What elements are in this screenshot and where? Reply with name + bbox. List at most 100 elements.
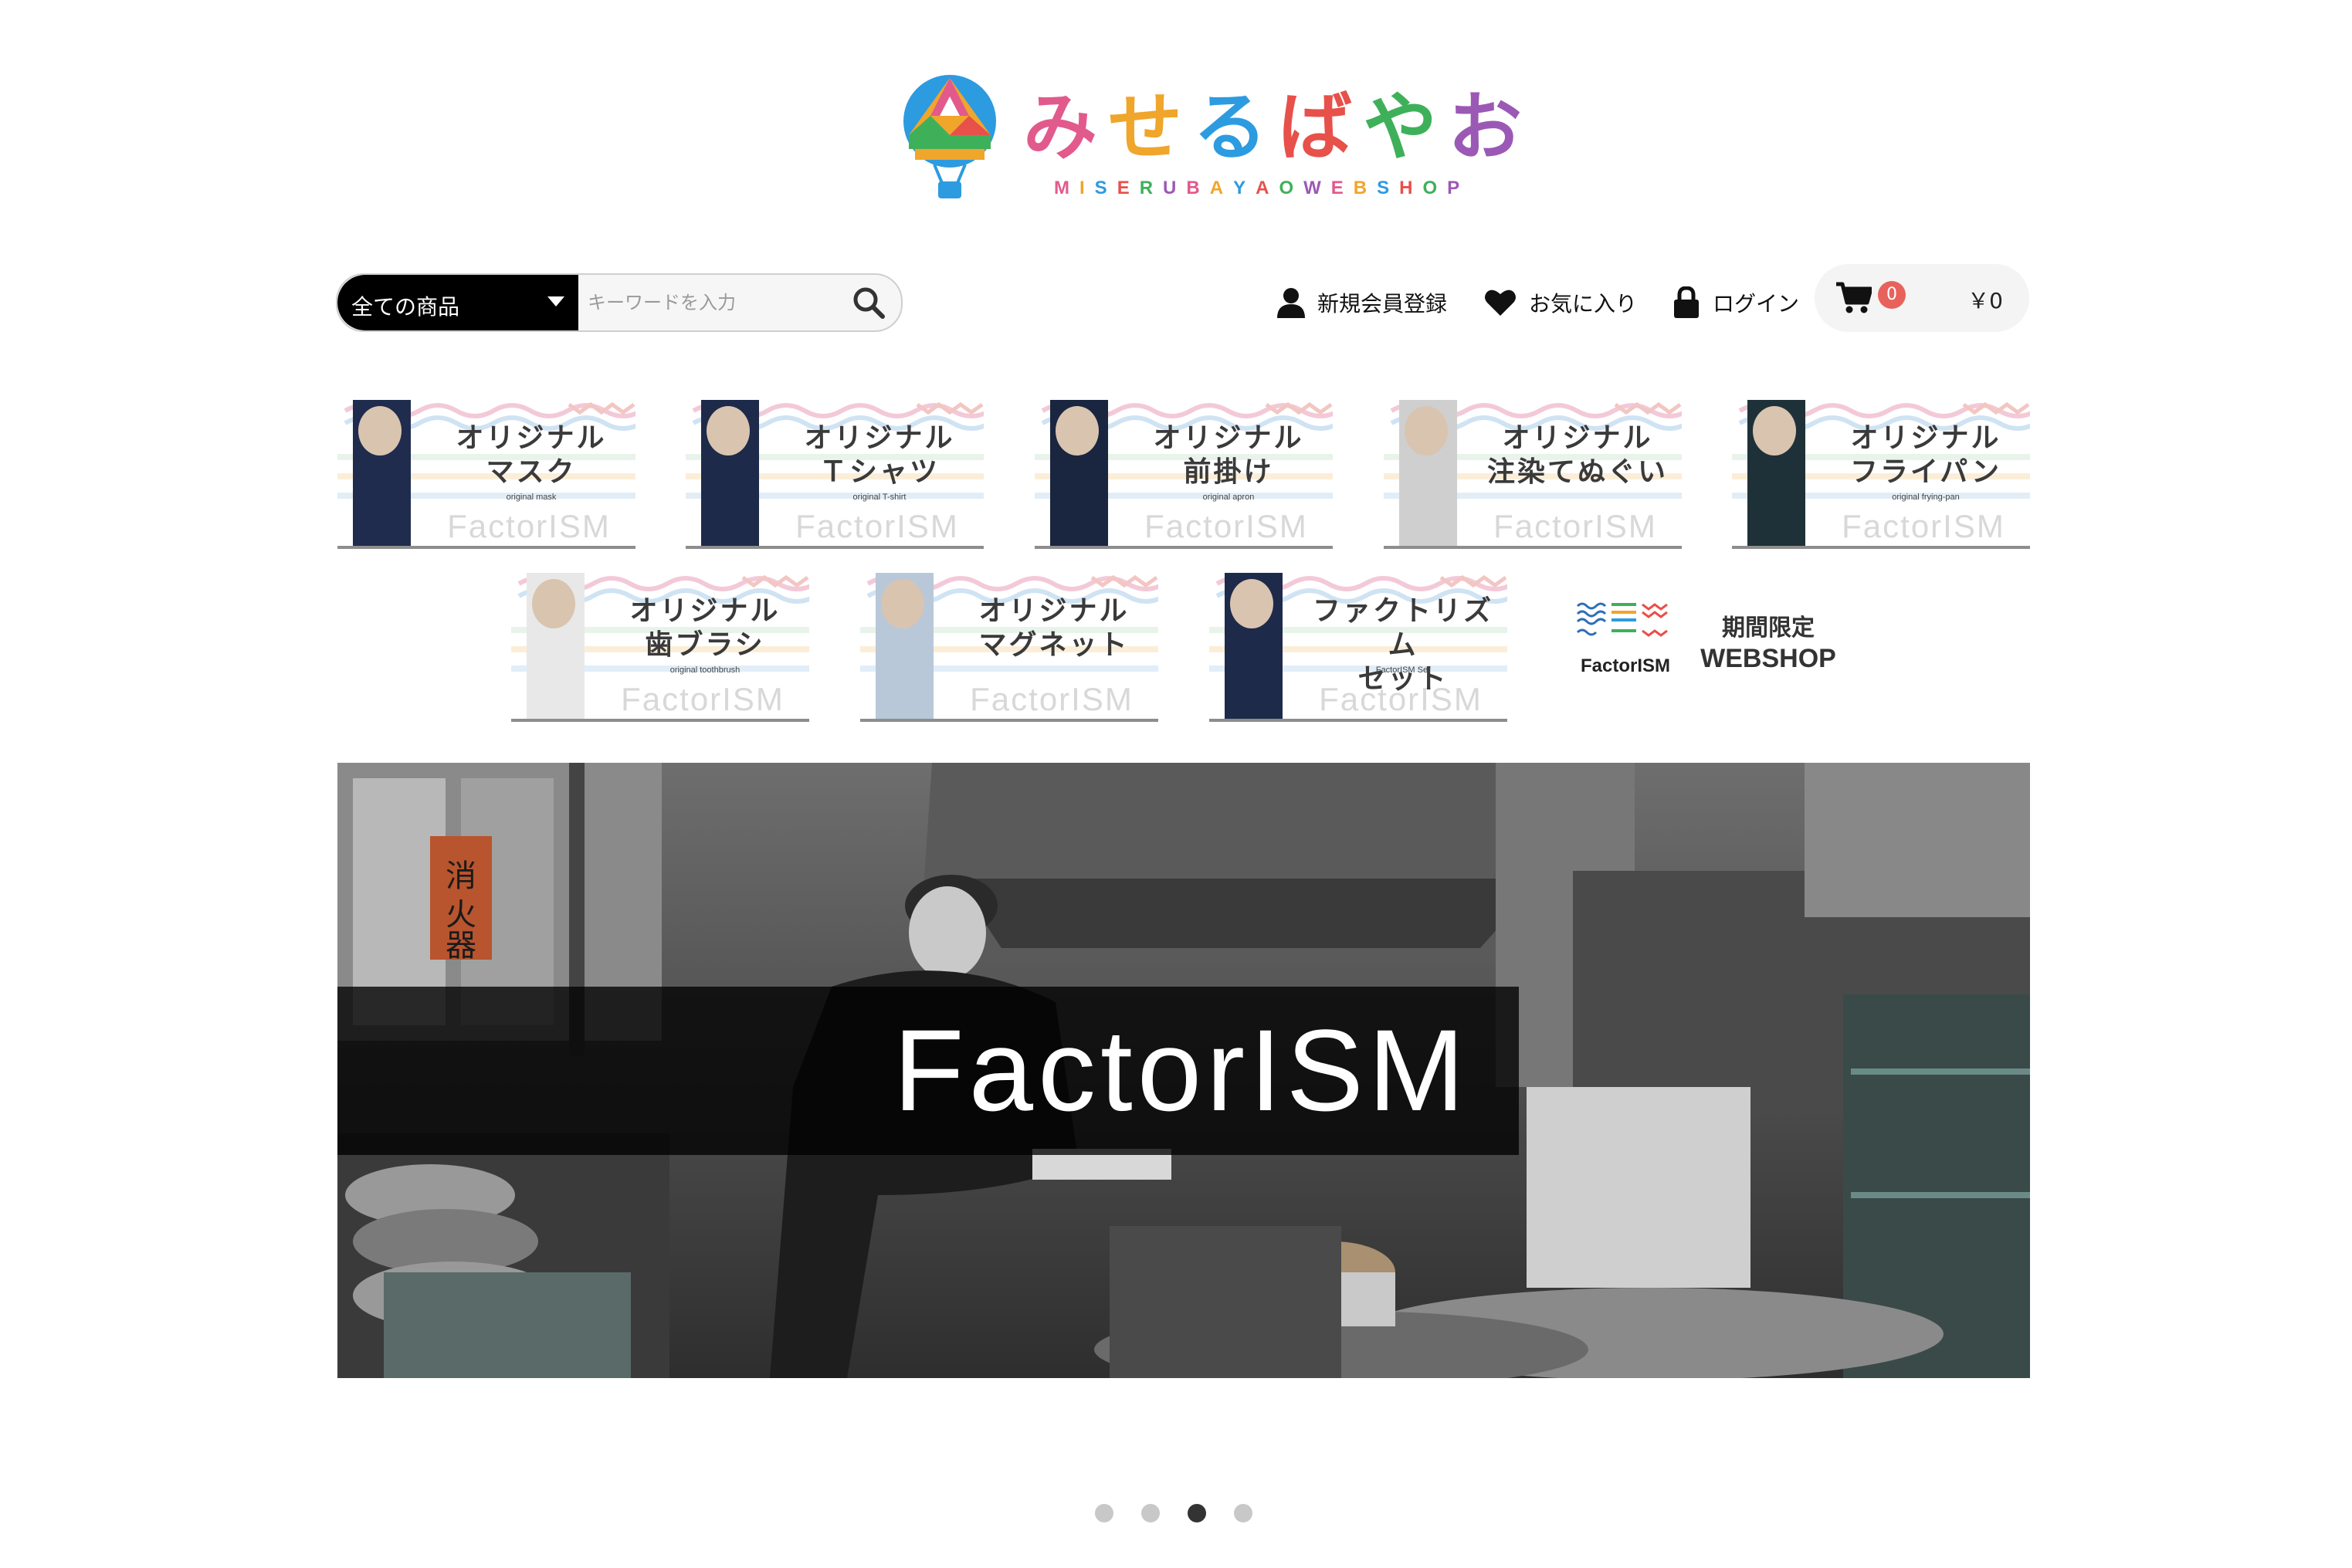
product-photo xyxy=(1399,400,1457,546)
product-photo xyxy=(876,573,934,719)
logo-char: せ xyxy=(1108,84,1182,171)
product-photo xyxy=(527,573,585,719)
logo-subtitle-char: M xyxy=(1054,178,1079,198)
factorism-logo-icon xyxy=(1576,602,1668,637)
logo-subtitle-char: H xyxy=(1399,178,1423,198)
banner-subtitle: original apron xyxy=(1202,493,1255,502)
banner-title-line-1: オリジナル xyxy=(629,595,781,627)
logo-subtitle-char: A xyxy=(1209,178,1234,198)
keyword-search-input[interactable] xyxy=(578,275,833,330)
logo-char: る xyxy=(1193,84,1267,171)
category-select-label: 全ての商品 xyxy=(351,294,460,320)
banner-brand: FactorISM xyxy=(1319,681,1483,717)
cart-button[interactable]: 0 ￥0 xyxy=(1815,264,2029,332)
cart-total: ￥0 xyxy=(1967,288,2003,313)
logo-subtitle-char: A xyxy=(1256,178,1279,198)
svg-text:器: 器 xyxy=(446,928,476,963)
logo-subtitle-char: Y xyxy=(1233,178,1256,198)
carousel-dot[interactable] xyxy=(1095,1504,1113,1522)
banner-title: オリジナル フライパン xyxy=(1825,422,2027,489)
banner-title-line-1: オリジナル xyxy=(978,595,1130,627)
login-label: ログイン xyxy=(1713,291,1800,317)
banner-title-line-1: オリジナル xyxy=(804,422,955,454)
banner-subtitle: FactorISM Set xyxy=(1375,665,1431,675)
banner-subtitle: original frying-pan xyxy=(1892,493,1960,502)
category-select[interactable]: 全ての商品 xyxy=(337,275,578,330)
hero-slider[interactable]: 消 火 器 FactorISM xyxy=(337,763,2030,1378)
search-bar: 全ての商品 xyxy=(336,273,903,332)
search-icon[interactable] xyxy=(850,284,887,321)
site-logo[interactable]: み せ る ば や お MISERUBAYAOWEBSHOP xyxy=(900,73,1522,205)
logo-subtitle-char: O xyxy=(1279,178,1304,198)
banner-brand: FactorISM xyxy=(1493,508,1657,544)
logo-subtitle: MISERUBAYAOWEBSHOP xyxy=(1054,178,1469,199)
category-banner[interactable]: オリジナル 前掛け original apron FactorISM xyxy=(1035,400,1333,549)
heart-icon xyxy=(1485,290,1516,316)
category-banner[interactable]: オリジナル フライパン original frying-pan FactorISM xyxy=(1732,400,2030,549)
banner-subtitle: original T-shirt xyxy=(852,493,907,502)
banner-title-line-1: ファクトリズム xyxy=(1312,595,1493,661)
category-banner[interactable]: オリジナル 歯ブラシ original toothbrush FactorISM xyxy=(511,573,809,722)
carousel-dot[interactable] xyxy=(1188,1504,1206,1522)
logo-char: お xyxy=(1448,84,1522,171)
lock-icon xyxy=(1674,286,1699,318)
promo-logo-text: FactorISM xyxy=(1580,655,1670,676)
cart-icon xyxy=(1836,282,1872,313)
banner-title-line-2: 前掛け xyxy=(1183,456,1274,488)
category-banner[interactable]: オリジナル 注染てぬぐい FactorISM xyxy=(1384,400,1682,549)
banner-subtitle: original mask xyxy=(506,493,557,502)
category-banner[interactable]: ファクトリズム セット FactorISM Set FactorISM xyxy=(1209,573,1507,722)
promo-webshop-banner[interactable]: FactorISM 期間限定 WEBSHOP xyxy=(1564,591,1857,699)
category-banner[interactable]: オリジナル Ｔシャツ original T-shirt FactorISM xyxy=(686,400,984,549)
carousel-dot[interactable] xyxy=(1141,1504,1160,1522)
category-banner[interactable]: オリジナル マグネット FactorISM xyxy=(860,573,1158,722)
product-photo xyxy=(1747,400,1805,546)
cart-count-badge: 0 xyxy=(1878,281,1906,309)
banner-brand: FactorISM xyxy=(1144,508,1308,544)
banner-title-line-2: マスク xyxy=(486,456,577,488)
logo-subtitle-char: P xyxy=(1447,178,1470,198)
banner-subtitle: original toothbrush xyxy=(669,665,741,675)
banner-title: オリジナル 前掛け xyxy=(1127,422,1330,489)
logo-subtitle-char: W xyxy=(1303,178,1331,198)
register-link[interactable]: 新規会員登録 xyxy=(1277,281,1447,324)
banner-brand: FactorISM xyxy=(447,508,611,544)
banner-title: オリジナル 歯ブラシ xyxy=(604,594,806,662)
logo-subtitle-char: B xyxy=(1353,178,1378,198)
hero-brand-text: FactorISM xyxy=(893,1005,1469,1135)
product-photo xyxy=(701,400,759,546)
promo-line-2: WEBSHOP xyxy=(1700,644,1836,673)
banner-title-line-2: マグネット xyxy=(978,629,1130,661)
banner-title-line-1: オリジナル xyxy=(1153,422,1304,454)
banner-brand: FactorISM xyxy=(970,681,1134,717)
favorites-label: お気に入り xyxy=(1529,291,1638,317)
category-banner[interactable]: オリジナル マスク original mask FactorISM xyxy=(337,400,635,549)
logo-subtitle-char: S xyxy=(1094,178,1117,198)
favorites-link[interactable]: お気に入り xyxy=(1484,281,1637,324)
banner-title: オリジナル マグネット xyxy=(953,594,1155,662)
logo-subtitle-char: B xyxy=(1186,178,1210,198)
login-link[interactable]: ログイン xyxy=(1672,281,1799,324)
carousel-dot[interactable] xyxy=(1234,1504,1252,1522)
promo-text: 期間限定 WEBSHOP xyxy=(1691,614,1845,674)
product-photo xyxy=(1225,573,1283,719)
logo-wordmark: み せ る ば や お xyxy=(1023,89,1522,166)
carousel-dots xyxy=(1095,1504,1252,1522)
banner-brand: FactorISM xyxy=(795,508,959,544)
logo-subtitle-char: E xyxy=(1117,178,1140,198)
banner-title-line-1: オリジナル xyxy=(1502,422,1653,454)
promo-line-1: 期間限定 xyxy=(1722,615,1815,642)
banner-title-line-2: 注染てぬぐい xyxy=(1486,456,1668,488)
logo-char: ば xyxy=(1278,84,1352,171)
banner-title: オリジナル Ｔシャツ xyxy=(778,422,981,489)
banner-title-line-2: フライパン xyxy=(1849,456,2002,488)
logo-subtitle-char: O xyxy=(1422,178,1448,198)
balloon-icon xyxy=(903,75,996,198)
user-icon xyxy=(1277,288,1305,318)
banner-brand: FactorISM xyxy=(621,681,785,717)
product-photo xyxy=(353,400,411,546)
logo-subtitle-char: R xyxy=(1139,178,1164,198)
banner-title-line-1: オリジナル xyxy=(456,422,607,454)
banner-brand: FactorISM xyxy=(1842,508,2005,544)
banner-title-line-2: Ｔシャツ xyxy=(818,456,940,488)
